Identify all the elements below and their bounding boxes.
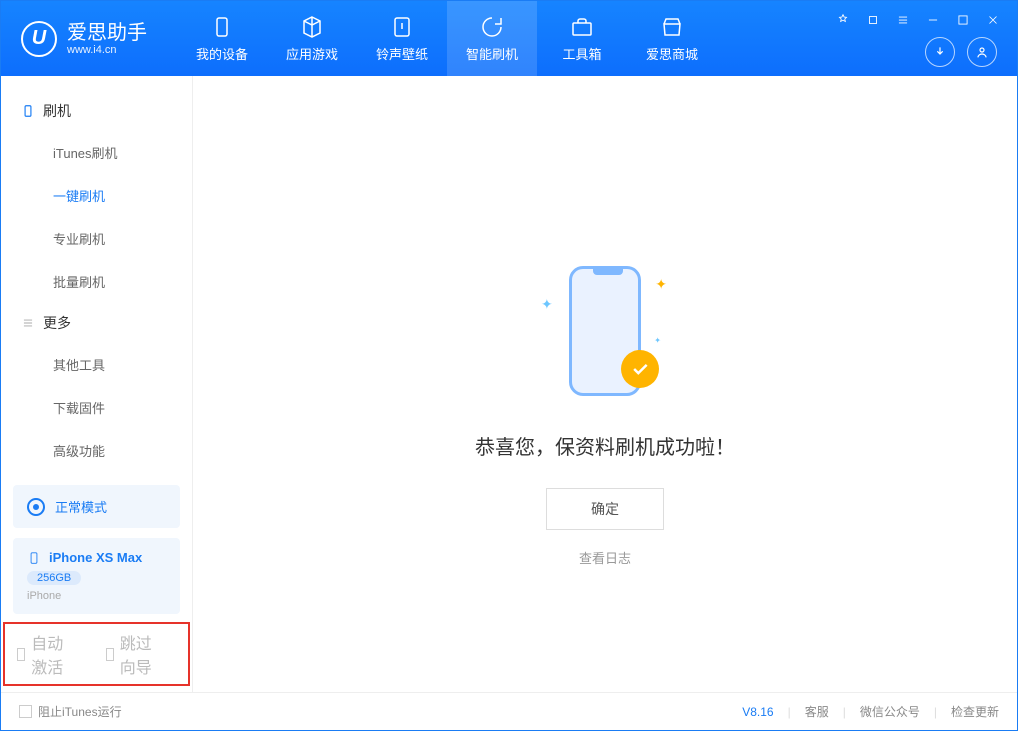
mini-button[interactable] (864, 11, 882, 29)
checkbox-icon (19, 705, 32, 718)
nav-smart-flash[interactable]: 智能刷机 (447, 1, 537, 76)
logo-icon: U (21, 21, 57, 57)
account-button[interactable] (967, 37, 997, 67)
checkbox-block-itunes[interactable]: 阻止iTunes运行 (19, 703, 122, 720)
close-button[interactable] (984, 11, 1002, 29)
brand-title: 爱思助手 (67, 22, 147, 44)
mode-icon (27, 498, 45, 516)
footer-link-wechat[interactable]: 微信公众号 (860, 703, 920, 720)
success-illustration: ✦ ✦ ✦ (545, 266, 665, 406)
nav-label: 工具箱 (562, 44, 601, 63)
download-button[interactable] (925, 37, 955, 67)
sidebar-item-itunes-flash[interactable]: iTunes刷机 (1, 131, 192, 174)
checkbox-icon (106, 648, 114, 661)
nav-ringtones[interactable]: 铃声壁纸 (357, 1, 447, 76)
cube-icon (299, 14, 325, 40)
sidebar-item-pro-flash[interactable]: 专业刷机 (1, 217, 192, 260)
nav-store[interactable]: 爱思商城 (627, 1, 717, 76)
sidebar-item-other-tools[interactable]: 其他工具 (1, 343, 192, 386)
sidebar-item-advanced[interactable]: 高级功能 (1, 429, 192, 472)
footer-link-update[interactable]: 检查更新 (951, 703, 999, 720)
version-label: V8.16 (742, 705, 773, 719)
logo[interactable]: U 爱思助手 www.i4.cn (21, 21, 147, 57)
view-log-link[interactable]: 查看日志 (579, 548, 631, 567)
success-message: 恭喜您，保资料刷机成功啦！ (475, 431, 735, 460)
checkbox-skip-guide[interactable]: 跳过向导 (106, 630, 157, 678)
device-icon (209, 14, 235, 40)
nav-my-device[interactable]: 我的设备 (177, 1, 267, 76)
maximize-button[interactable] (954, 11, 972, 29)
device-type: iPhone (27, 590, 166, 602)
nav-label: 应用游戏 (286, 44, 338, 63)
music-icon (389, 14, 415, 40)
checkbox-auto-activate[interactable]: 自动激活 (17, 630, 68, 678)
minimize-button[interactable] (924, 11, 942, 29)
sidebar-item-oneclick-flash[interactable]: 一键刷机 (1, 174, 192, 217)
sidebar: 刷机 iTunes刷机 一键刷机 专业刷机 批量刷机 更多 其他工具 下载固件 … (1, 76, 193, 692)
device-capacity: 256GB (27, 571, 81, 585)
menu-button[interactable] (894, 11, 912, 29)
nav-apps-games[interactable]: 应用游戏 (267, 1, 357, 76)
nav-label: 我的设备 (196, 44, 248, 63)
device-name: iPhone XS Max (49, 550, 142, 565)
titlebar: U 爱思助手 www.i4.cn 我的设备 应用游戏 铃声壁纸 智能刷机 (1, 1, 1017, 76)
refresh-icon (479, 14, 505, 40)
sidebar-section-more: 更多 (1, 303, 192, 343)
confirm-button[interactable]: 确定 (546, 488, 664, 530)
sidebar-item-download-firmware[interactable]: 下载固件 (1, 386, 192, 429)
sidebar-section-flash: 刷机 (1, 91, 192, 131)
store-icon (659, 14, 685, 40)
brand-subtitle: www.i4.cn (67, 44, 147, 56)
mode-card[interactable]: 正常模式 (13, 485, 180, 528)
nav-label: 铃声壁纸 (376, 44, 428, 63)
checkbox-icon (17, 648, 25, 661)
toolbox-icon (569, 14, 595, 40)
sidebar-item-batch-flash[interactable]: 批量刷机 (1, 260, 192, 303)
check-icon (621, 350, 659, 388)
status-bar: 阻止iTunes运行 V8.16 | 客服 | 微信公众号 | 检查更新 (1, 692, 1017, 730)
mode-label: 正常模式 (55, 497, 107, 516)
nav-label: 爱思商城 (646, 44, 698, 63)
nav-toolbox[interactable]: 工具箱 (537, 1, 627, 76)
nav-label: 智能刷机 (466, 44, 518, 63)
device-card[interactable]: iPhone XS Max 256GB iPhone (13, 538, 180, 614)
main-content: ✦ ✦ ✦ 恭喜您，保资料刷机成功啦！ 确定 查看日志 (193, 76, 1017, 692)
theme-button[interactable] (834, 11, 852, 29)
top-nav: 我的设备 应用游戏 铃声壁纸 智能刷机 工具箱 爱思商城 (177, 1, 717, 76)
footer-link-support[interactable]: 客服 (805, 703, 829, 720)
